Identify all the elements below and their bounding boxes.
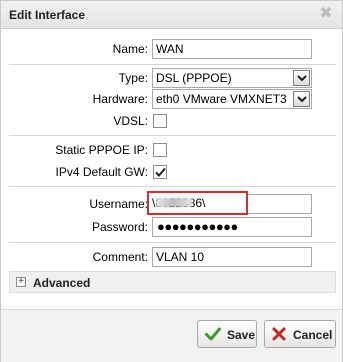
dialog-titlebar: Edit Interface ✖ xyxy=(1,1,342,29)
type-label: Type: xyxy=(118,71,148,85)
name-input[interactable]: WAN xyxy=(152,39,312,59)
advanced-label: Advanced xyxy=(33,276,91,290)
name-row: Name: WAN xyxy=(1,39,343,59)
hardware-label: Hardware: xyxy=(92,92,148,106)
advanced-section-toggle[interactable]: + Advanced xyxy=(9,271,336,293)
x-icon xyxy=(272,327,286,341)
vdsl-row: VDSL: xyxy=(1,111,343,131)
redacted-blur xyxy=(156,198,192,207)
ipv4-default-gw-row: IPv4 Default GW: xyxy=(1,162,343,182)
hardware-row: Hardware: eth0 VMware VMXNET3 E xyxy=(1,89,343,109)
chevron-down-icon[interactable] xyxy=(293,70,310,86)
static-pppoe-ip-label: Static PPPOE IP: xyxy=(55,143,148,157)
checkmark-icon xyxy=(155,167,166,177)
dialog-footer: Save Cancel xyxy=(1,309,342,362)
divider xyxy=(9,64,336,65)
ipv4-default-gw-label: IPv4 Default GW: xyxy=(55,165,148,179)
username-highlight: \8022386\ xyxy=(147,191,248,215)
comment-row: Comment: VLAN 10 xyxy=(1,247,343,267)
divider xyxy=(9,242,336,243)
save-button[interactable]: Save xyxy=(197,320,257,348)
plus-expand-icon[interactable]: + xyxy=(16,277,26,287)
divider xyxy=(9,186,336,187)
checkmark-icon xyxy=(205,327,221,341)
dialog-title: Edit Interface xyxy=(9,8,86,22)
type-select[interactable]: DSL (PPPOE) xyxy=(152,68,312,88)
close-icon[interactable]: ✖ xyxy=(318,6,334,22)
ipv4-default-gw-checkbox[interactable] xyxy=(153,165,167,179)
hardware-select-value: eth0 VMware VMXNET3 E xyxy=(156,92,289,106)
divider xyxy=(9,135,336,136)
password-row: Password: ●●●●●●●●●●● xyxy=(1,217,343,237)
password-label: Password: xyxy=(91,220,148,234)
comment-label: Comment: xyxy=(92,250,148,264)
static-pppoe-ip-checkbox[interactable] xyxy=(153,143,167,157)
type-select-value: DSL (PPPOE) xyxy=(156,71,232,85)
name-label: Name: xyxy=(112,42,148,56)
cancel-button-label: Cancel xyxy=(293,328,333,342)
password-input[interactable]: ●●●●●●●●●●● xyxy=(152,217,312,237)
chevron-down-icon[interactable] xyxy=(293,91,310,107)
type-row: Type: DSL (PPPOE) xyxy=(1,68,343,88)
hardware-select[interactable]: eth0 VMware VMXNET3 E xyxy=(152,89,312,109)
save-button-label: Save xyxy=(227,328,256,342)
edit-interface-dialog: Edit Interface ✖ Name: WAN Type: DSL (PP… xyxy=(0,0,343,362)
username-row: Username: \8022386\ xyxy=(1,191,343,215)
vdsl-label: VDSL: xyxy=(113,114,148,128)
password-value: ●●●●●●●●●●● xyxy=(157,219,238,234)
vdsl-checkbox[interactable] xyxy=(153,114,167,128)
username-label: Username: xyxy=(89,197,148,211)
cancel-button[interactable]: Cancel xyxy=(264,320,336,348)
static-pppoe-ip-row: Static PPPOE IP: xyxy=(1,140,343,160)
comment-input[interactable]: VLAN 10 xyxy=(152,247,312,267)
